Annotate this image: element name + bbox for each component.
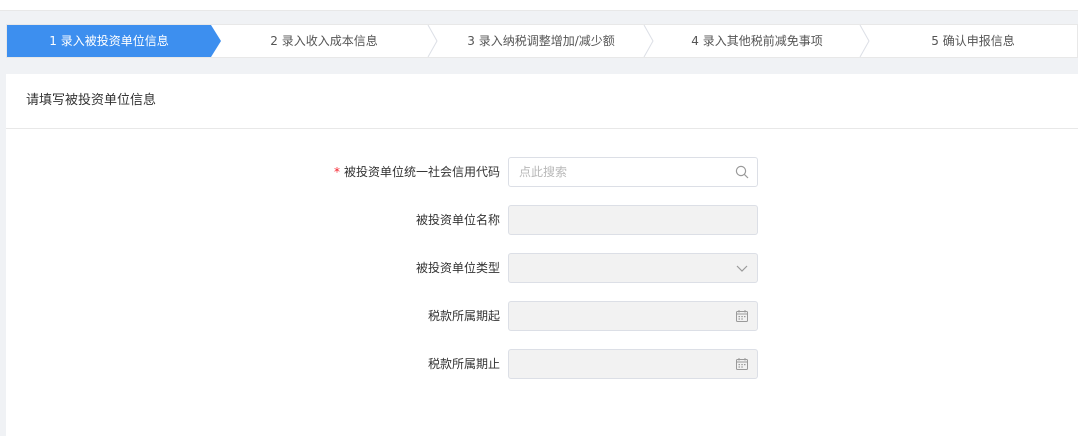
period-start-date-picker[interactable] <box>508 301 758 331</box>
calendar-icon[interactable] <box>735 357 749 371</box>
period-end-date-picker[interactable] <box>508 349 758 379</box>
investee-type-label: 被投资单位类型 <box>415 261 500 275</box>
step-separator-icon <box>427 25 438 57</box>
credit-code-field[interactable] <box>508 157 758 187</box>
chevron-down-icon[interactable] <box>735 261 749 275</box>
step-3[interactable]: 3 录入纳税调整增加/减少额 <box>441 25 641 57</box>
step-2[interactable]: 2 录入收入成本信息 <box>221 25 427 57</box>
step-separator-icon <box>643 25 654 57</box>
search-icon[interactable] <box>735 165 749 179</box>
top-bar <box>0 0 1078 11</box>
step-1[interactable]: 1 录入被投资单位信息 <box>7 25 211 57</box>
investee-name-field <box>508 205 758 235</box>
investee-type-select[interactable] <box>508 253 758 283</box>
calendar-icon[interactable] <box>735 309 749 323</box>
period-end-row: 税款所属期止 <box>6 349 1078 379</box>
step-progress-bar: 1 录入被投资单位信息 2 录入收入成本信息 3 录入纳税调整增加/减少额 4 … <box>6 24 1078 58</box>
step-4[interactable]: 4 录入其他税前减免事项 <box>657 25 857 57</box>
step-1-label: 1 录入被投资单位信息 <box>49 34 169 48</box>
investee-name-input <box>509 206 729 234</box>
investee-type-row: 被投资单位类型 <box>6 253 1078 283</box>
section-title: 请填写被投资单位信息 <box>6 74 1078 129</box>
step-separator-icon <box>859 25 870 57</box>
step-3-label: 3 录入纳税调整增加/减少额 <box>467 34 615 48</box>
step-4-label: 4 录入其他税前减免事项 <box>691 34 823 48</box>
step-5-label: 5 确认申报信息 <box>931 34 1015 48</box>
step-2-label: 2 录入收入成本信息 <box>270 34 378 48</box>
period-end-label: 税款所属期止 <box>427 357 500 371</box>
credit-code-search-input[interactable] <box>509 158 729 186</box>
period-start-row: 税款所属期起 <box>6 301 1078 331</box>
credit-code-label: 被投资单位统一社会信用代码 <box>343 165 500 179</box>
investee-name-row: 被投资单位名称 <box>6 205 1078 235</box>
investee-info-card: 请填写被投资单位信息 *被投资单位统一社会信用代码 被投资单位名称 被投资单位类… <box>6 74 1078 436</box>
credit-code-row: * 被投资单位统一社会信用代码 <box>6 157 1078 187</box>
required-mark: * <box>333 165 340 179</box>
period-start-label: 税款所属期起 <box>427 309 500 323</box>
step-5[interactable]: 5 确认申报信息 <box>873 25 1073 57</box>
investee-name-label: 被投资单位名称 <box>415 213 500 227</box>
credit-code-label-wrap: * 被投资单位统一社会信用代码 <box>334 157 500 187</box>
